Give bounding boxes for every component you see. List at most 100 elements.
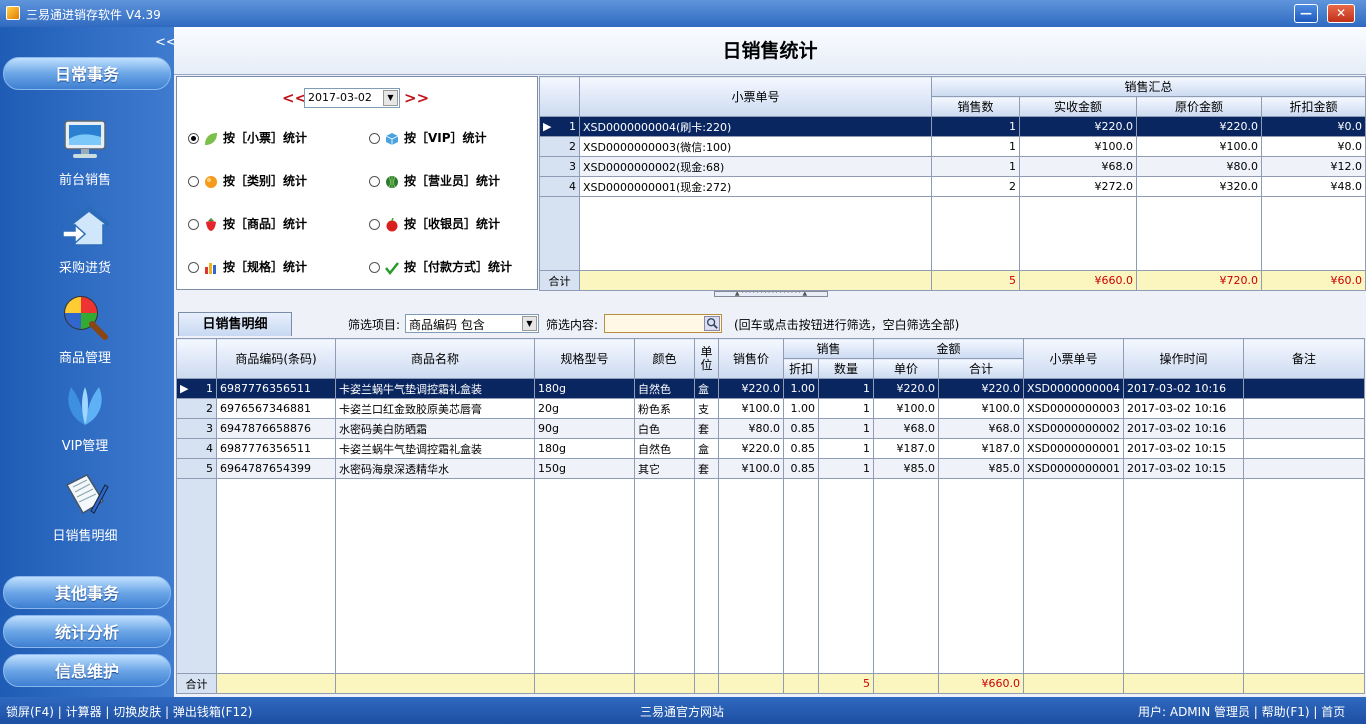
filter-field-value: 商品编码 包含 — [409, 318, 485, 332]
cell-receipt: XSD0000000002(现金:68) — [579, 156, 932, 177]
search-icon[interactable] — [704, 316, 720, 331]
sidebar-item-daily-detail[interactable]: 日销售明细 — [20, 471, 150, 544]
sidebar-item-front-sales[interactable]: 前台销售 — [20, 115, 150, 188]
cell-discount: ¥48.0 — [1260, 176, 1366, 197]
chevron-down-icon[interactable]: ▼ — [522, 316, 537, 331]
checkmark-icon — [385, 261, 399, 275]
col-unit[interactable]: 单位 — [694, 338, 719, 379]
sidebar-item-vip[interactable]: VIP管理 — [20, 381, 150, 454]
row-index: 2 — [176, 398, 217, 419]
filter-hint: (回车或点击按钮进行筛选，空白筛选全部) — [734, 318, 960, 332]
table-row[interactable]: 2 XSD0000000003(微信:100) 1 ¥100.0 ¥100.0 … — [539, 136, 1366, 157]
option-by-cashier[interactable]: 按［收银员］统计 — [369, 215, 500, 232]
row-index: ▶ 1 — [176, 378, 217, 399]
sidebar-section-stats[interactable]: 统计分析 — [3, 615, 171, 648]
sidebar-item-product-mgmt[interactable]: 商品管理 — [20, 293, 150, 366]
option-label: 按［VIP］统计 — [404, 131, 487, 145]
radio[interactable] — [369, 176, 380, 187]
col-name[interactable]: 商品名称 — [335, 338, 535, 379]
row-index: 4 — [176, 438, 217, 459]
cell-qty: 1 — [931, 136, 1020, 157]
sidebar-item-purchase[interactable]: 采购进货 — [20, 203, 150, 276]
radio[interactable] — [369, 219, 380, 230]
option-by-salesperson[interactable]: 按［营业员］统计 — [369, 172, 500, 189]
filter-field-select[interactable]: 商品编码 包含 ▼ — [405, 314, 539, 333]
cell-original: ¥220.0 — [1136, 116, 1262, 137]
cell-unit-price: ¥68.0 — [873, 418, 940, 439]
col-color[interactable]: 颜色 — [634, 338, 695, 379]
col-subtotal[interactable]: 合计 — [938, 358, 1025, 379]
filter-content-input[interactable] — [604, 314, 722, 333]
table-row[interactable]: 4 XSD0000000001(现金:272) 2 ¥272.0 ¥320.0 … — [539, 176, 1366, 197]
cell-receipt: XSD0000000004(刷卡:220) — [579, 116, 932, 137]
cell-received: ¥100.0 — [1019, 136, 1137, 157]
col-price[interactable]: 销售价 — [718, 338, 784, 379]
table-row[interactable]: 3 XSD0000000002(现金:68) 1 ¥68.0 ¥80.0 ¥12… — [539, 156, 1366, 177]
radio[interactable] — [188, 176, 199, 187]
option-by-payment[interactable]: 按［付款方式］统计 — [369, 258, 512, 275]
status-user[interactable]: 用户: ADMIN 管理员 | 帮助(F1) | 首页 — [1138, 703, 1345, 720]
col-received[interactable]: 实收金额 — [1019, 96, 1137, 117]
col-qty[interactable]: 数量 — [817, 358, 875, 379]
cell-unit: 盒 — [694, 378, 719, 399]
table-row[interactable]: 2 6976567346881 卡姿兰口红金致胶原美芯唇膏 20g 粉色系 支 … — [176, 398, 1366, 419]
cell-price: ¥100.0 — [718, 398, 784, 419]
radio-selected[interactable] — [188, 133, 199, 144]
sidebar-section-info[interactable]: 信息维护 — [3, 654, 171, 687]
table-row[interactable]: ▶ 1 XSD0000000004(刷卡:220) 1 ¥220.0 ¥220.0… — [539, 116, 1366, 137]
option-label: 按［规格］统计 — [223, 260, 308, 274]
cell-discount: ¥12.0 — [1260, 156, 1366, 177]
sidebar-item-label: 采购进货 — [58, 261, 111, 276]
sidebar-section-daily[interactable]: 日常事务 — [3, 57, 171, 90]
cell-qty: 1 — [931, 116, 1020, 137]
radio[interactable] — [369, 262, 380, 273]
col-discount[interactable]: 折扣 — [783, 358, 819, 379]
col-unit-price[interactable]: 单价 — [873, 358, 940, 379]
cell-price: ¥80.0 — [718, 418, 784, 439]
col-discount[interactable]: 折扣金额 — [1260, 96, 1366, 117]
col-receipt[interactable]: 小票单号 — [579, 76, 932, 117]
table-row[interactable]: 3 6947876658876 水密码美白防晒霜 90g 白色 套 ¥80.0 … — [176, 418, 1366, 439]
cell-discount: ¥0.0 — [1260, 116, 1366, 137]
close-button[interactable]: ✕ — [1327, 4, 1355, 23]
official-site-link[interactable]: 三易通官方网站 — [640, 703, 724, 720]
table-row[interactable]: ▶ 1 6987776356511 卡姿兰蜗牛气垫调控霜礼盒装 180g 自然色 … — [176, 378, 1366, 399]
minimize-button[interactable]: — — [1294, 4, 1318, 23]
empty-row — [176, 478, 1366, 674]
date-input[interactable]: 2017-03-02 ▼ — [304, 88, 400, 108]
cell-qty: 1 — [817, 398, 875, 419]
total-label: 合计 — [176, 673, 217, 694]
col-time[interactable]: 操作时间 — [1123, 338, 1245, 379]
radio[interactable] — [369, 133, 380, 144]
sidebar-section-other[interactable]: 其他事务 — [3, 576, 171, 609]
chevron-down-icon[interactable]: ▼ — [383, 90, 398, 106]
col-qty[interactable]: 销售数 — [931, 96, 1020, 117]
col-original[interactable]: 原价金额 — [1136, 96, 1262, 117]
col-note[interactable]: 备注 — [1243, 338, 1366, 379]
col-code[interactable]: 商品编码(条码) — [216, 338, 336, 379]
sidebar-item-label: 日销售明细 — [52, 529, 118, 544]
col-receipt[interactable]: 小票单号 — [1023, 338, 1125, 379]
cell-received: ¥272.0 — [1019, 176, 1137, 197]
col-spec[interactable]: 规格型号 — [534, 338, 635, 379]
table-row[interactable]: 4 6987776356511 卡姿兰蜗牛气垫调控霜礼盒装 180g 自然色 盒… — [176, 438, 1366, 459]
option-by-product[interactable]: 按［商品］统计 — [188, 215, 307, 232]
radio[interactable] — [188, 219, 199, 230]
sidebar-item-label: 商品管理 — [58, 351, 111, 366]
filter-bar: 筛选项目: 商品编码 包含 ▼ 筛选内容: (回车或点击按钮进行筛选，空白筛选全… — [348, 314, 959, 333]
option-by-receipt[interactable]: 按［小票］统计 — [188, 129, 307, 146]
next-date-button[interactable]: >> — [404, 89, 429, 107]
summary-total-row: 合计 5 ¥660.0 ¥720.0 ¥60.0 — [539, 270, 1366, 291]
option-by-category[interactable]: 按［类别］统计 — [188, 172, 307, 189]
cell-discount: 0.85 — [783, 438, 819, 459]
table-row[interactable]: 5 6964787654399 水密码海泉深透精华水 150g 其它 套 ¥10… — [176, 458, 1366, 479]
radio[interactable] — [188, 262, 199, 273]
cell-discount: 1.00 — [783, 398, 819, 419]
cell-spec: 180g — [534, 378, 635, 399]
option-by-vip[interactable]: 按［VIP］统计 — [369, 129, 487, 146]
tab-daily-detail[interactable]: 日销售明细 — [178, 312, 292, 336]
status-shortcuts[interactable]: 锁屏(F4) | 计算器 | 切换皮肤 | 弹出钱箱(F12) — [6, 703, 252, 720]
option-label: 按［小票］统计 — [223, 131, 308, 145]
panel-splitter[interactable]: ▲ · · · · · · · · · · · · · · · · ▲ — [714, 291, 828, 297]
option-by-spec[interactable]: 按［规格］统计 — [188, 258, 307, 275]
